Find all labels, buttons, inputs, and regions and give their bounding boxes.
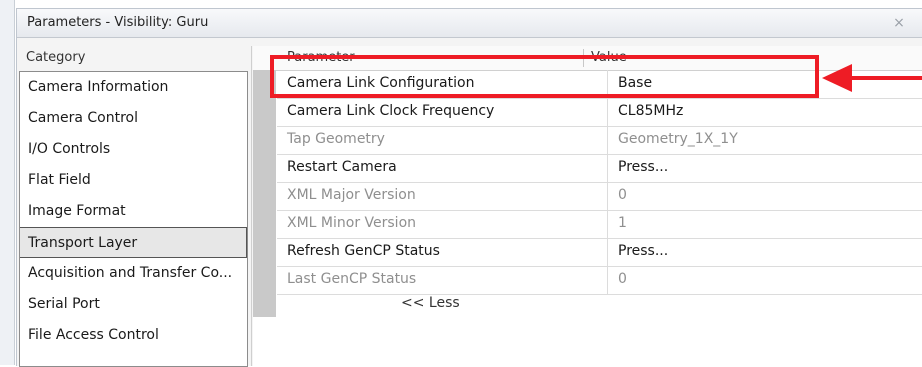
param-value-cell: 0 xyxy=(607,266,922,294)
param-name: Restart Camera xyxy=(287,159,397,175)
param-value-cell[interactable]: Press... xyxy=(607,154,922,182)
param-value: Geometry_1X_1Y xyxy=(618,131,738,147)
param-value: CL85MHz xyxy=(618,103,684,119)
category-item-camera-information[interactable]: Camera Information xyxy=(20,72,247,103)
param-row-restart-camera[interactable]: Restart Camera Press... xyxy=(277,154,922,183)
category-header-label: Category xyxy=(26,50,86,65)
less-button[interactable]: << Less xyxy=(401,295,460,311)
annotation-arrow-line xyxy=(850,76,922,80)
row-gutter xyxy=(253,70,276,317)
category-item-acquisition-transfer[interactable]: Acquisition and Transfer Co... xyxy=(20,258,247,289)
title-bar: Parameters - Visibility: Guru × xyxy=(17,9,922,38)
category-header: Category xyxy=(18,46,258,70)
category-item-camera-control[interactable]: Camera Control xyxy=(20,103,247,134)
param-row-refresh-gencp-status[interactable]: Refresh GenCP Status Press... xyxy=(277,238,922,267)
param-row-xml-minor-version: XML Minor Version 1 xyxy=(277,210,922,239)
param-value-cell: 0 xyxy=(607,182,922,210)
param-name: Tap Geometry xyxy=(287,131,385,147)
param-name: XML Minor Version xyxy=(287,215,417,231)
param-row-last-gencp-status: Last GenCP Status 0 xyxy=(277,266,922,295)
param-value: 1 xyxy=(618,215,627,231)
category-list[interactable]: Camera Information Camera Control I/O Co… xyxy=(19,71,248,367)
param-value: Press... xyxy=(618,159,669,175)
category-item-serial-port[interactable]: Serial Port xyxy=(20,289,247,320)
param-row-camera-link-clock-frequency[interactable]: Camera Link Clock Frequency CL85MHz xyxy=(277,98,922,127)
param-row-tap-geometry: Tap Geometry Geometry_1X_1Y xyxy=(277,126,922,155)
category-item-file-access-control[interactable]: File Access Control xyxy=(20,320,247,351)
param-value: 0 xyxy=(618,271,627,287)
param-row-xml-major-version: XML Major Version 0 xyxy=(277,182,922,211)
annotation-arrow-head xyxy=(822,64,852,92)
param-name: XML Major Version xyxy=(287,187,416,203)
category-item-image-format[interactable]: Image Format xyxy=(20,196,247,227)
param-value: Press... xyxy=(618,243,669,259)
left-edge-strip xyxy=(0,0,15,365)
param-value-cell: Geometry_1X_1Y xyxy=(607,126,922,154)
param-value-cell[interactable]: Press... xyxy=(607,238,922,266)
window-title: Parameters - Visibility: Guru xyxy=(27,15,209,30)
param-value: 0 xyxy=(618,187,627,203)
param-name: Last GenCP Status xyxy=(287,271,417,287)
category-item-flat-field[interactable]: Flat Field xyxy=(20,165,247,196)
category-item-io-controls[interactable]: I/O Controls xyxy=(20,134,247,165)
category-item-transport-layer[interactable]: Transport Layer xyxy=(20,227,247,258)
param-name: Camera Link Clock Frequency xyxy=(287,103,495,119)
pane-splitter[interactable] xyxy=(251,46,252,366)
annotation-highlight-box xyxy=(270,55,819,98)
close-icon[interactable]: × xyxy=(891,15,907,31)
param-value-cell[interactable]: CL85MHz xyxy=(607,98,922,126)
param-name: Refresh GenCP Status xyxy=(287,243,440,259)
param-value-cell: 1 xyxy=(607,210,922,238)
